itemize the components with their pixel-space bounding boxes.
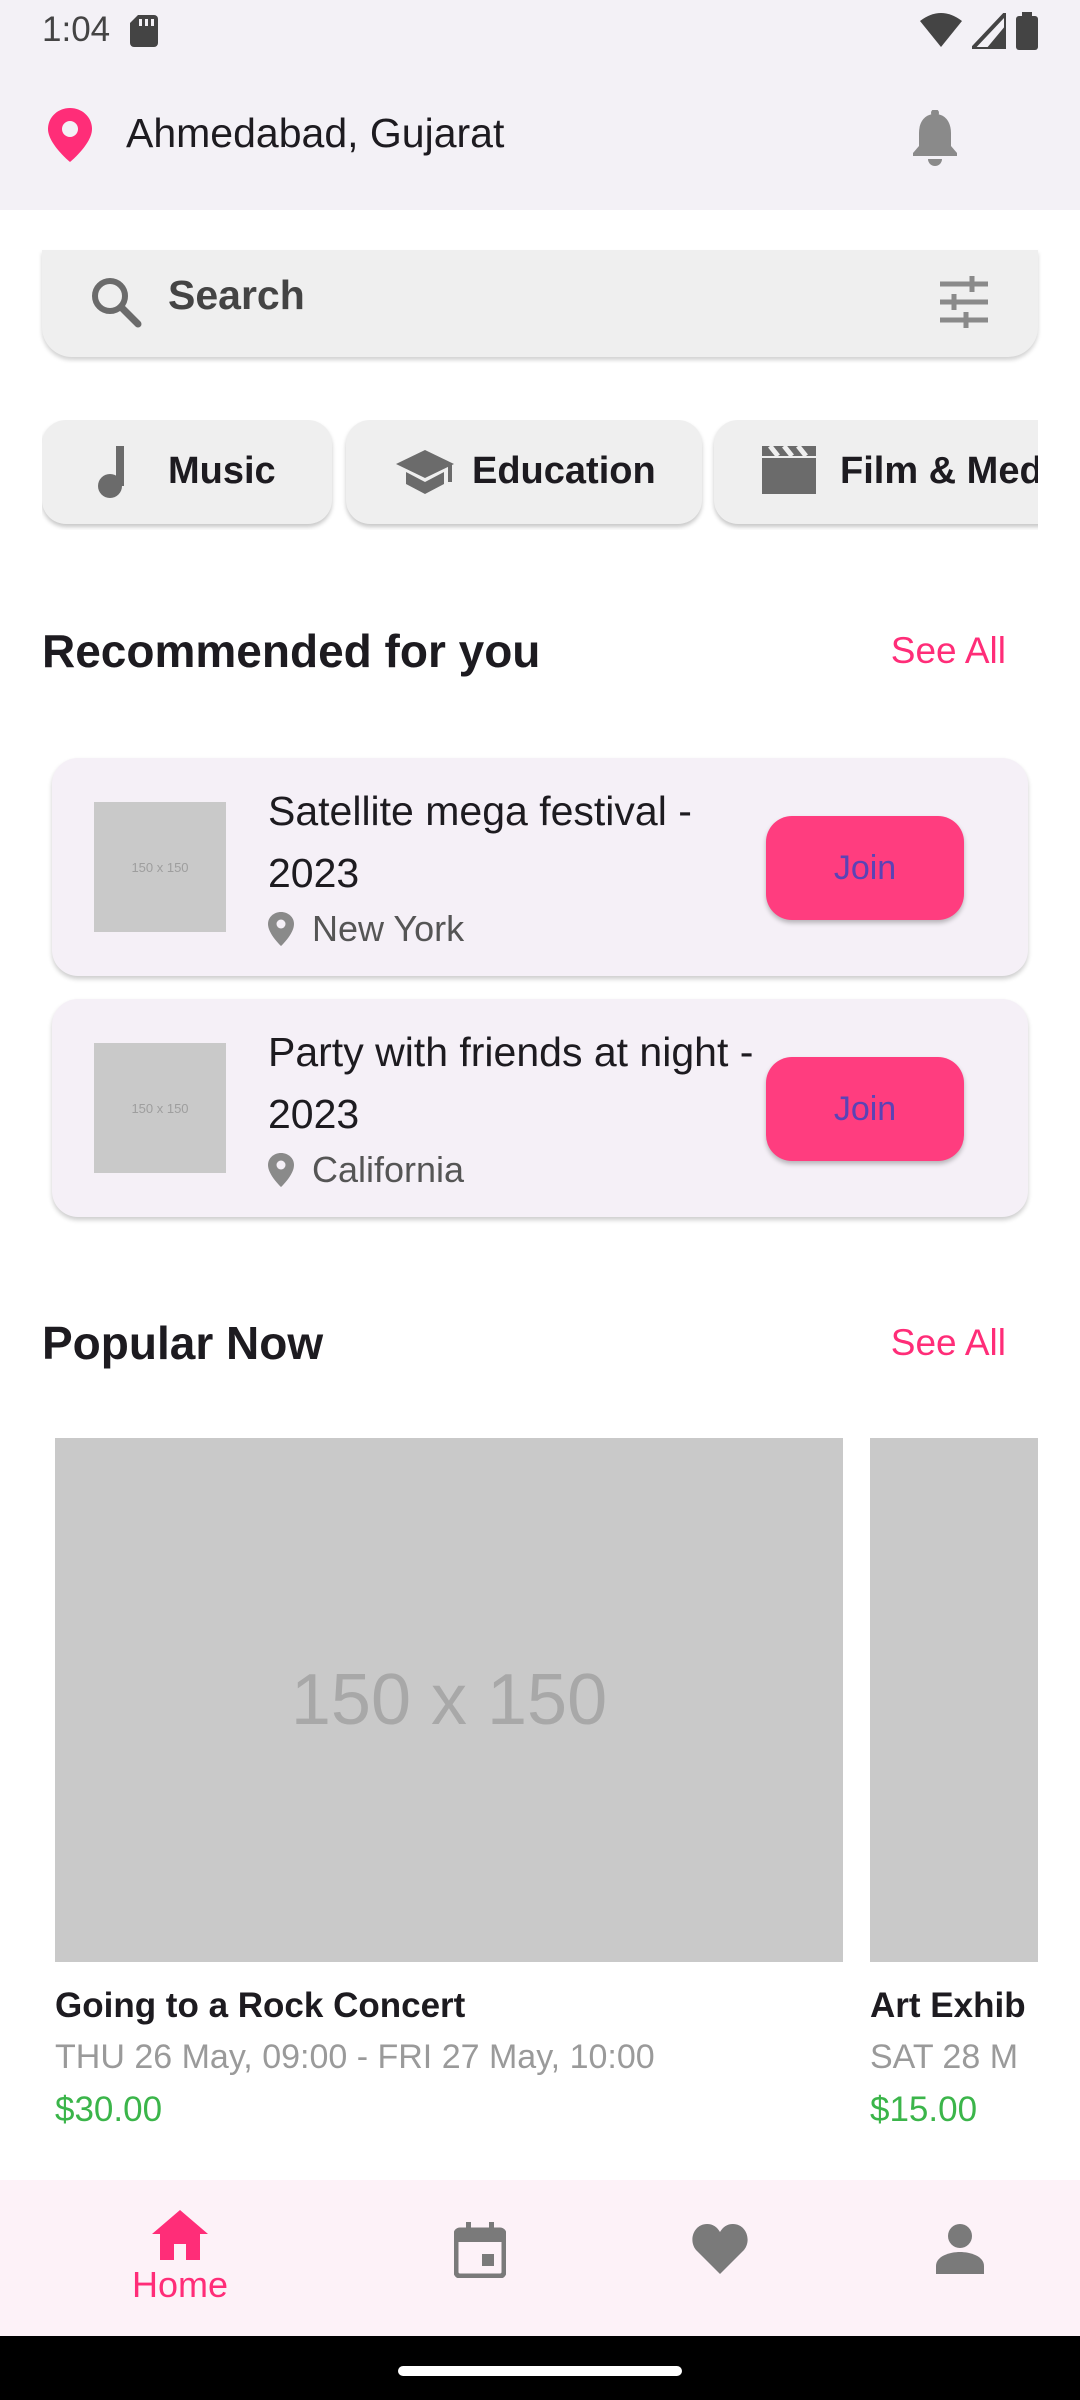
app-bar: Ahmedabad, Gujarat <box>0 70 1080 200</box>
wifi-icon <box>920 13 962 47</box>
join-button[interactable]: Join <box>766 816 964 920</box>
sd-card-icon <box>130 15 158 47</box>
location-label[interactable]: Ahmedabad, Gujarat <box>126 110 504 157</box>
nav-home-label: Home <box>131 2264 229 2305</box>
event-date: THU 26 May, 09:00 - FRI 27 May, 10:00 <box>55 2038 655 2076</box>
gesture-bar <box>0 2336 1080 2400</box>
popular-carousel[interactable]: 150 x 150 Going to a Rock Concert THU 26… <box>42 1438 1038 2158</box>
chip-label: Film & Medi <box>840 450 1038 492</box>
event-thumbnail: 150 x 150 <box>94 802 226 932</box>
popular-title: Popular Now <box>42 1317 324 1369</box>
event-title: Art Exhib <box>870 1986 1026 2025</box>
event-card[interactable]: 150 x 150 Party with friends at night - … <box>52 999 1028 1217</box>
cell-signal-icon <box>972 13 1006 49</box>
home-icon <box>152 2210 208 2260</box>
nav-profile[interactable] <box>825 2180 1080 2336</box>
event-title: Satellite mega festival - 2023 <box>268 788 692 896</box>
bottom-navigation: Home <box>0 2180 1080 2336</box>
join-button[interactable]: Join <box>766 1057 964 1161</box>
heart-icon <box>692 2224 748 2274</box>
event-price: $30.00 <box>55 2090 163 2129</box>
event-thumbnail: 150 x 150 <box>94 1043 226 1173</box>
recommended-see-all-link[interactable]: See All <box>891 630 1006 672</box>
top-area: 1:04 Ahmedabad, Gujarat <box>0 0 1080 210</box>
search-placeholder: Search <box>168 272 305 318</box>
person-icon <box>936 2224 984 2274</box>
filter-icon[interactable] <box>936 274 992 330</box>
chip-film-media[interactable]: Film & Medi <box>714 420 1038 524</box>
nav-calendar[interactable] <box>345 2180 615 2336</box>
status-icons <box>920 12 1038 50</box>
event-image <box>870 1438 1038 1962</box>
status-bar: 1:04 <box>0 0 1080 64</box>
event-title: Party with friends at night - 2023 <box>268 1029 754 1137</box>
category-chips: Music Education Film & Medi <box>42 420 1038 530</box>
chip-music[interactable]: Music <box>42 420 332 524</box>
event-location: California <box>268 1149 464 1191</box>
chip-label: Music <box>168 450 276 492</box>
location-pin-icon <box>48 108 92 162</box>
event-image: 150 x 150 <box>55 1438 843 1962</box>
search-icon <box>92 278 142 328</box>
event-card[interactable]: 150 x 150 Satellite mega festival - 2023… <box>52 758 1028 976</box>
battery-icon <box>1016 12 1038 50</box>
music-note-icon <box>98 446 124 498</box>
nav-favorites[interactable] <box>585 2180 855 2336</box>
event-price: $15.00 <box>870 2090 978 2129</box>
school-icon <box>396 450 454 494</box>
location-pin-icon <box>268 912 294 946</box>
chip-education[interactable]: Education <box>346 420 702 524</box>
nav-home[interactable]: Home <box>45 2180 315 2336</box>
popular-see-all-link[interactable]: See All <box>891 1322 1006 1364</box>
home-gesture-handle[interactable] <box>398 2366 682 2376</box>
event-location-label: New York <box>312 908 465 949</box>
event-title: Going to a Rock Concert <box>55 1986 466 2025</box>
status-time: 1:04 <box>42 10 111 49</box>
calendar-icon <box>454 2222 506 2278</box>
event-location: New York <box>268 908 464 950</box>
recommended-title: Recommended for you <box>42 625 541 677</box>
event-location-label: California <box>312 1149 465 1190</box>
bell-icon[interactable] <box>910 110 960 166</box>
movie-icon <box>762 444 816 494</box>
search-input[interactable]: Search <box>42 250 1038 357</box>
event-date: SAT 28 M <box>870 2038 1019 2076</box>
chip-label: Education <box>472 450 656 492</box>
location-pin-icon <box>268 1153 294 1187</box>
